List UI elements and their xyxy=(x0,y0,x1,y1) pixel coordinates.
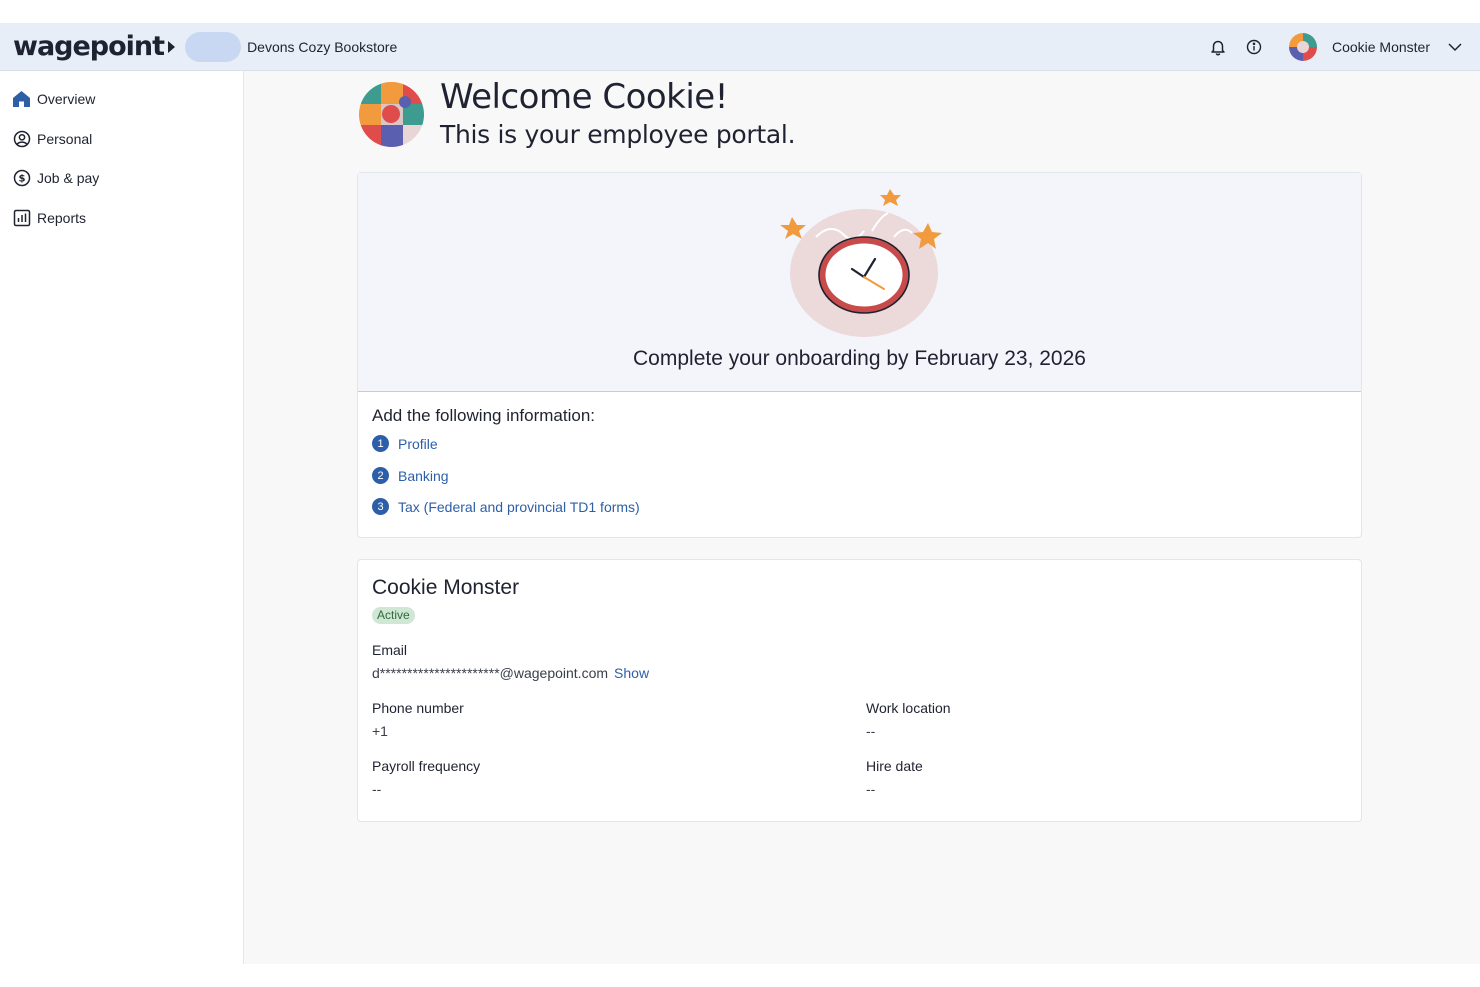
dollar-icon: $ xyxy=(12,169,31,188)
main-content: Welcome Cookie! This is your employee po… xyxy=(244,71,1480,964)
phone-value: +1 xyxy=(372,723,388,739)
user-avatar[interactable] xyxy=(1288,32,1317,61)
user-circle-icon xyxy=(12,130,31,149)
logo-text: wagepoint xyxy=(13,31,165,62)
employee-profile-card: Cookie Monster Active Email d***********… xyxy=(357,559,1362,822)
onboarding-step-profile[interactable]: 1 Profile xyxy=(372,435,438,452)
sidebar-item-label: Personal xyxy=(37,131,93,147)
info-icon[interactable] xyxy=(1243,36,1265,58)
sidebar-item-overview[interactable]: Overview xyxy=(12,87,95,111)
payroll-frequency-label: Payroll frequency xyxy=(372,758,481,774)
alarm-clock-illustration xyxy=(776,187,946,342)
show-email-link[interactable]: Show xyxy=(614,665,649,681)
step-number-badge: 2 xyxy=(372,467,389,484)
welcome-subtitle: This is your employee portal. xyxy=(440,120,796,149)
onboarding-card: Complete your onboarding by February 23,… xyxy=(357,172,1362,538)
email-value: d**********************@wagepoint.com xyxy=(372,665,609,681)
sidebar-item-reports[interactable]: Reports xyxy=(12,206,86,230)
wagepoint-logo[interactable]: wagepoint xyxy=(13,31,176,62)
onboarding-hero: Complete your onboarding by February 23,… xyxy=(358,173,1361,392)
sidebar-item-label: Job & pay xyxy=(37,170,100,186)
employee-name: Cookie Monster xyxy=(372,576,520,599)
welcome-avatar xyxy=(359,82,424,147)
email-label: Email xyxy=(372,642,408,658)
sidebar-item-job-pay[interactable]: $ Job & pay xyxy=(12,166,99,190)
svg-text:$: $ xyxy=(18,174,25,185)
bar-chart-icon xyxy=(12,209,31,228)
email-value-row: d**********************@wagepoint.com Sho… xyxy=(372,665,649,681)
company-logo-placeholder xyxy=(185,31,242,62)
welcome-title: Welcome Cookie! xyxy=(440,77,728,117)
step-link[interactable]: Profile xyxy=(398,436,438,452)
sidebar-item-personal[interactable]: Personal xyxy=(12,127,92,151)
chevron-down-icon[interactable] xyxy=(1444,36,1466,58)
step-link[interactable]: Banking xyxy=(398,468,449,484)
onboarding-step-tax[interactable]: 3 Tax (Federal and provincial TD1 forms) xyxy=(372,498,640,515)
work-location-value: -- xyxy=(866,723,876,739)
sidebar: Overview Personal $ Job & pay Reports xyxy=(0,71,244,964)
onboarding-step-banking[interactable]: 2 Banking xyxy=(372,467,449,484)
step-number-badge: 3 xyxy=(372,498,389,515)
hire-date-label: Hire date xyxy=(866,758,923,774)
home-icon xyxy=(12,90,31,109)
user-name[interactable]: Cookie Monster xyxy=(1332,39,1430,55)
step-number-badge: 1 xyxy=(372,435,389,452)
status-badge: Active xyxy=(372,607,415,624)
company-name: Devons Cozy Bookstore xyxy=(247,38,398,55)
onboarding-steps-heading: Add the following information: xyxy=(372,406,596,425)
logo-arrow-icon xyxy=(168,40,176,53)
work-location-label: Work location xyxy=(866,700,951,716)
sidebar-item-label: Reports xyxy=(37,210,87,226)
bell-icon[interactable] xyxy=(1207,36,1229,58)
payroll-frequency-value: -- xyxy=(372,781,382,797)
onboarding-deadline-title: Complete your onboarding by February 23,… xyxy=(633,347,1086,370)
sidebar-item-label: Overview xyxy=(37,91,96,107)
phone-label: Phone number xyxy=(372,700,464,716)
step-link[interactable]: Tax (Federal and provincial TD1 forms) xyxy=(398,499,640,515)
top-bar: wagepoint Devons Cozy Bookstore Cookie M… xyxy=(0,23,1480,71)
hire-date-value: -- xyxy=(866,781,876,797)
